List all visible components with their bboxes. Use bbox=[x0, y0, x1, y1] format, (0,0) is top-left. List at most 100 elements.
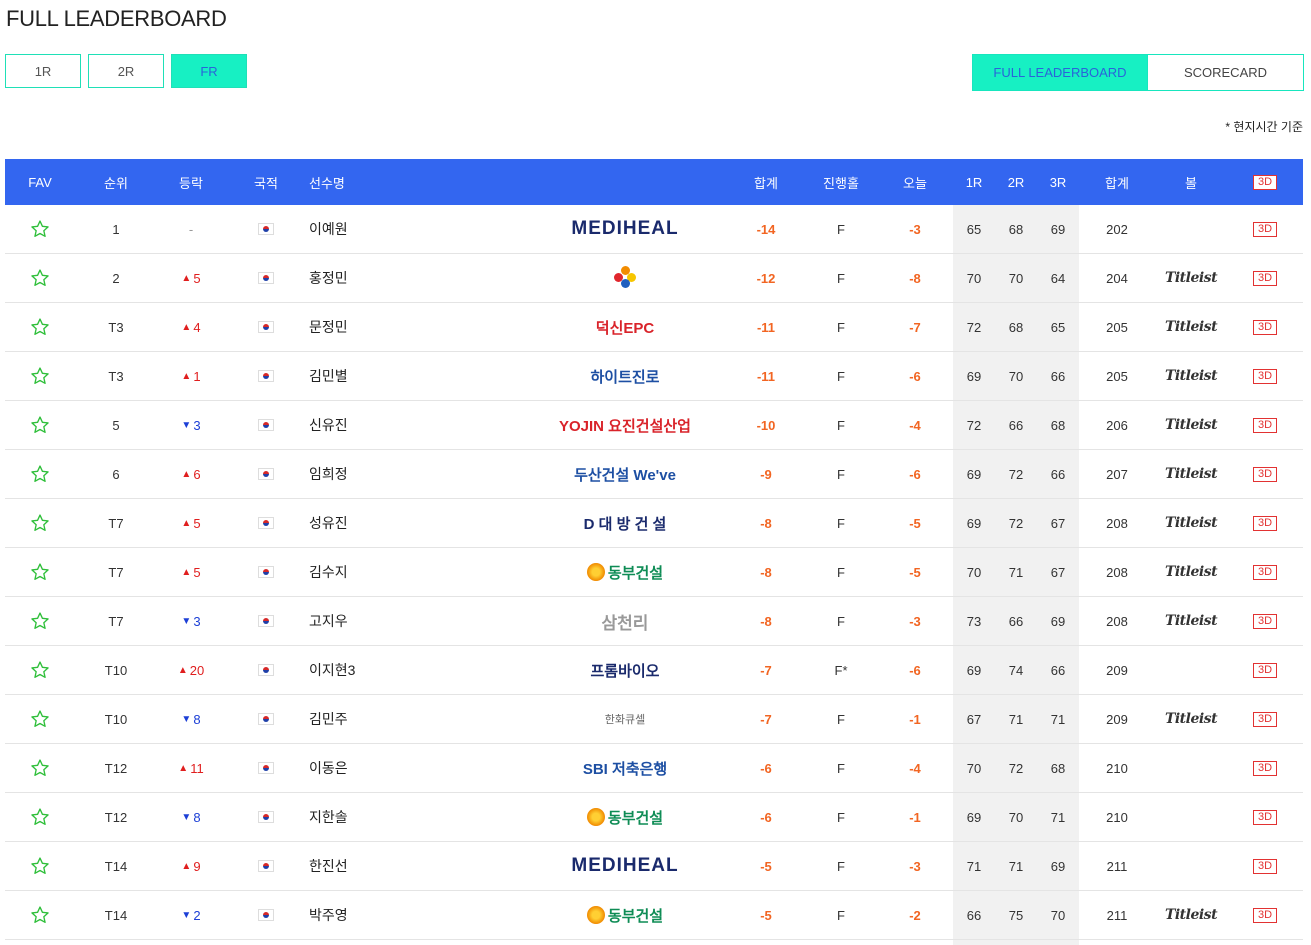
player-name[interactable]: 김민별 bbox=[309, 352, 469, 400]
3d-button[interactable]: 3D bbox=[1253, 760, 1277, 776]
total-score: -9 bbox=[760, 466, 772, 482]
nation-cell bbox=[227, 450, 305, 498]
3d-button[interactable]: 3D bbox=[1253, 417, 1277, 433]
favorite-star-icon[interactable] bbox=[5, 548, 75, 596]
today-score: -1 bbox=[909, 809, 921, 825]
favorite-star-icon[interactable] bbox=[5, 891, 75, 939]
total-score: -8 bbox=[760, 515, 772, 531]
round2-score: 71 bbox=[1008, 564, 1024, 580]
col-r3: 3R bbox=[1049, 174, 1067, 190]
favorite-star-icon[interactable] bbox=[5, 597, 75, 645]
ball-brand bbox=[1155, 793, 1227, 841]
table-row: T10 20 이지현3 프롬바이오 -7 F* -6 69 74 66 209 3D bbox=[5, 646, 1303, 695]
tab-scorecard[interactable]: SCORECARD bbox=[1148, 54, 1304, 91]
round3-score: 66 bbox=[1050, 662, 1066, 678]
3d-button[interactable]: 3D bbox=[1253, 466, 1277, 482]
favorite-star-icon[interactable] bbox=[5, 254, 75, 302]
ball-brand: Titleist bbox=[1164, 613, 1218, 629]
favorite-star-icon[interactable] bbox=[5, 401, 75, 449]
total-strokes: 208 bbox=[1106, 515, 1128, 531]
favorite-star-icon[interactable] bbox=[5, 744, 75, 792]
tab-2r[interactable]: 2R bbox=[88, 54, 164, 88]
tab-1r[interactable]: 1R bbox=[5, 54, 81, 88]
player-name[interactable]: 문정민 bbox=[309, 303, 469, 351]
player-name[interactable]: 홍정민 bbox=[309, 254, 469, 302]
total-score: -5 bbox=[760, 907, 772, 923]
total-score: -7 bbox=[760, 711, 772, 727]
rank-change: 8 bbox=[155, 793, 227, 841]
player-name[interactable]: 한진선 bbox=[309, 842, 469, 890]
time-note: * 현지시간 기준 bbox=[1225, 120, 1303, 134]
3d-button[interactable]: 3D bbox=[1253, 319, 1277, 335]
3d-button[interactable]: 3D bbox=[1253, 613, 1277, 629]
favorite-star-icon[interactable] bbox=[5, 205, 75, 253]
sponsor-logo: 삼천리 bbox=[545, 597, 705, 645]
rank: 2 bbox=[112, 270, 120, 286]
hole-progress: F bbox=[837, 417, 845, 433]
today-score: -6 bbox=[909, 368, 921, 384]
3d-button[interactable]: 3D bbox=[1253, 662, 1277, 678]
3d-cell: 3D bbox=[1227, 499, 1303, 547]
nation-cell bbox=[227, 793, 305, 841]
player-name[interactable]: 김민주 bbox=[309, 695, 469, 743]
3d-button[interactable]: 3D bbox=[1253, 368, 1277, 384]
rank-change: 3 bbox=[155, 401, 227, 449]
3d-button[interactable]: 3D bbox=[1253, 564, 1277, 580]
player-name[interactable]: 박주영 bbox=[309, 891, 469, 939]
player-name[interactable]: 지한솔 bbox=[309, 793, 469, 841]
table-header: FAV 순위 등락 국적 선수명 합계 진행홀 오늘 1R 2R 3R 합계 볼… bbox=[5, 159, 1303, 205]
round1-score: 65 bbox=[966, 221, 982, 237]
total-strokes: 208 bbox=[1106, 613, 1128, 629]
rank: T14 bbox=[104, 858, 128, 874]
favorite-star-icon[interactable] bbox=[5, 842, 75, 890]
tab-full-leaderboard[interactable]: FULL LEADERBOARD bbox=[972, 54, 1148, 91]
player-name[interactable]: 성유진 bbox=[309, 499, 469, 547]
total-score: -14 bbox=[756, 221, 776, 237]
korea-flag-icon bbox=[258, 713, 274, 725]
3d-header-button[interactable]: 3D bbox=[1253, 174, 1277, 190]
page-title: FULL LEADERBOARD bbox=[6, 6, 227, 31]
3d-button[interactable]: 3D bbox=[1253, 270, 1277, 286]
rank: T7 bbox=[108, 515, 124, 531]
favorite-star-icon[interactable] bbox=[5, 499, 75, 547]
round3-score: 66 bbox=[1050, 368, 1066, 384]
3d-button[interactable]: 3D bbox=[1253, 515, 1277, 531]
player-name[interactable]: 신유진 bbox=[309, 401, 469, 449]
player-name[interactable]: 임희정 bbox=[309, 450, 469, 498]
nation-cell bbox=[227, 891, 305, 939]
player-name[interactable]: 이동은 bbox=[309, 744, 469, 792]
ball-brand bbox=[1155, 205, 1227, 253]
total-strokes: 211 bbox=[1106, 907, 1128, 923]
sponsor-text: 동부건설 bbox=[607, 809, 664, 827]
3d-button[interactable]: 3D bbox=[1253, 858, 1277, 874]
favorite-star-icon[interactable] bbox=[5, 303, 75, 351]
rank-change: 5 bbox=[155, 548, 227, 596]
3d-button[interactable]: 3D bbox=[1253, 221, 1277, 237]
favorite-star-icon[interactable] bbox=[5, 695, 75, 743]
today-score: -4 bbox=[909, 417, 921, 433]
today-score: -4 bbox=[909, 760, 921, 776]
3d-button[interactable]: 3D bbox=[1253, 809, 1277, 825]
favorite-star-icon[interactable] bbox=[5, 352, 75, 400]
today-score: -7 bbox=[909, 319, 921, 335]
round2-score: 66 bbox=[1008, 613, 1024, 629]
favorite-star-icon[interactable] bbox=[5, 793, 75, 841]
round1-score: 70 bbox=[966, 270, 982, 286]
total-score: -6 bbox=[760, 809, 772, 825]
sponsor-logo: 두산건설 We've bbox=[545, 450, 705, 498]
today-score: -3 bbox=[909, 221, 921, 237]
sponsor-logo: 동부건설 bbox=[545, 548, 705, 596]
player-name[interactable]: 김수지 bbox=[309, 548, 469, 596]
favorite-star-icon[interactable] bbox=[5, 450, 75, 498]
sponsor-logo: 동부건설 bbox=[545, 891, 705, 939]
3d-button[interactable]: 3D bbox=[1253, 711, 1277, 727]
tab-fr[interactable]: FR bbox=[171, 54, 247, 88]
player-name[interactable]: 이예원 bbox=[309, 205, 469, 253]
ball-brand: Titleist bbox=[1164, 368, 1218, 384]
3d-button[interactable]: 3D bbox=[1253, 907, 1277, 923]
player-name[interactable]: 고지우 bbox=[309, 597, 469, 645]
total-score: -8 bbox=[760, 564, 772, 580]
player-name[interactable]: 이지현3 bbox=[309, 646, 469, 694]
favorite-star-icon[interactable] bbox=[5, 646, 75, 694]
3d-cell: 3D bbox=[1227, 891, 1303, 939]
